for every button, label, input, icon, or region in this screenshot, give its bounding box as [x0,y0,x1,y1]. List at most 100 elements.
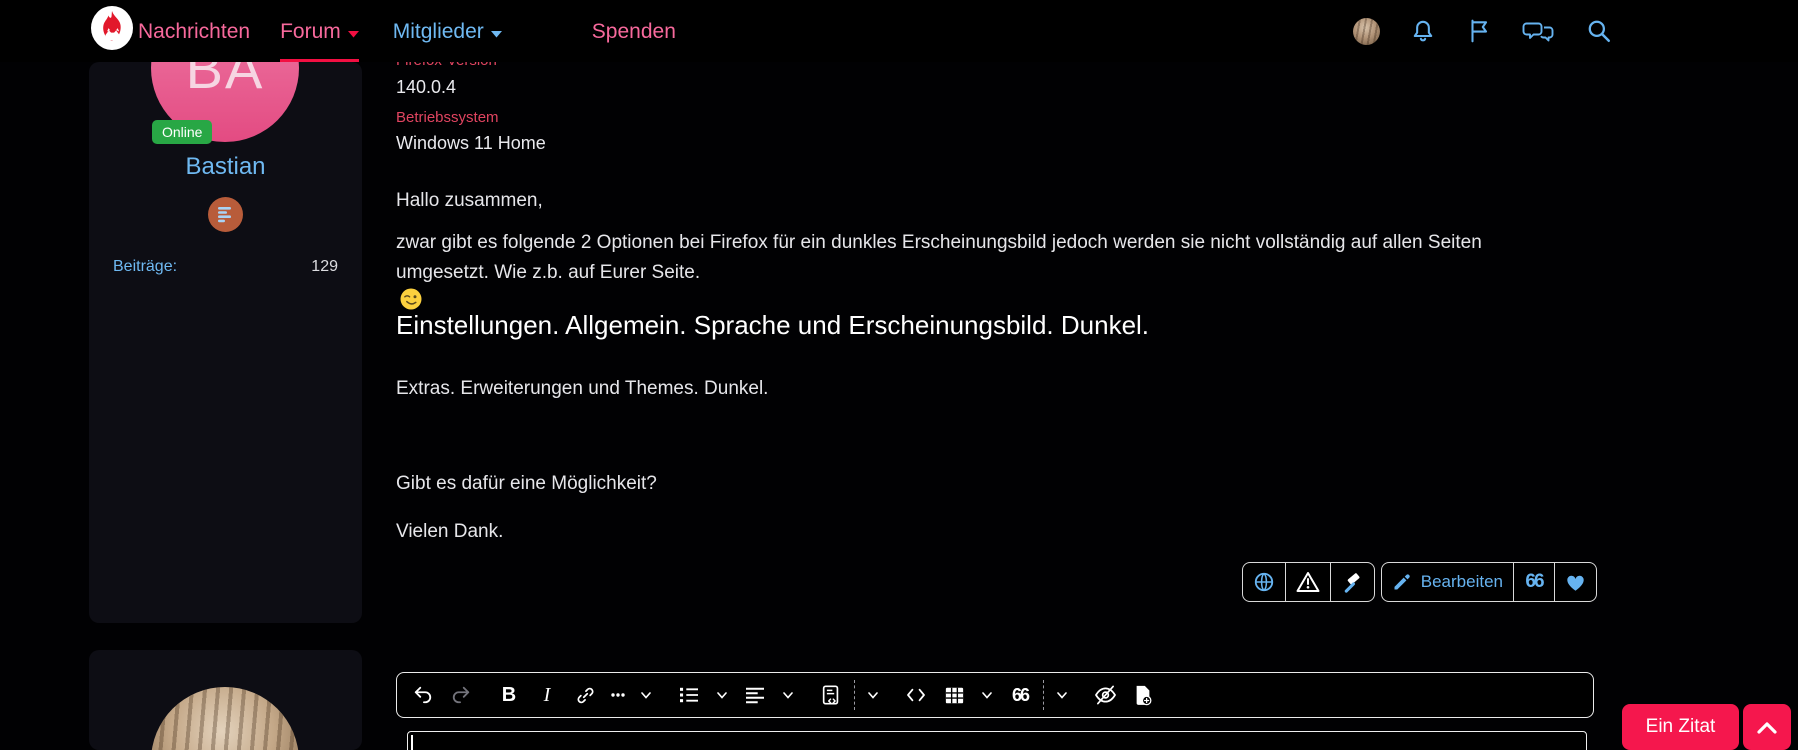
user-avatar[interactable] [1353,17,1380,45]
post-paragraph: Gibt es dafür eine Möglichkeit? [396,473,657,494]
alignment-button[interactable] [737,678,773,712]
chevron-down-icon [717,691,727,699]
nav-link-label: Forum [280,20,341,43]
nav-link-spenden[interactable]: Spenden [592,0,676,62]
post-actions: Bearbeiten 66 [396,562,1597,602]
toolbar-separator [854,680,855,710]
edit-button-group: Bearbeiten 66 [1380,562,1597,602]
chevron-up-icon [1757,721,1777,734]
moderation-button-group [1241,562,1375,602]
text-cursor [411,735,413,750]
navbar: Nachrichten Forum Mitglieder Spenden [0,0,1798,62]
stat-label: Beiträge: [113,258,178,275]
more-formatting-button[interactable] [605,678,631,712]
undo-button[interactable] [405,678,441,712]
flag-icon[interactable] [1466,18,1492,44]
nav-link-label: Nachrichten [138,20,251,43]
chevron-down-icon [868,691,878,699]
nav-links: Nachrichten Forum Mitglieder Spenden [138,0,676,62]
like-button[interactable] [1555,563,1596,601]
link-button[interactable] [567,678,603,712]
quote-icon: 66 [1525,571,1544,592]
spoiler-button[interactable] [1087,678,1123,712]
chevron-down-icon [982,691,992,699]
pencil-icon [1394,574,1410,590]
bell-icon[interactable] [1410,18,1436,44]
posts-rank-badge [208,197,243,232]
field-value-firefox-version: 140.0.4 [396,77,457,97]
insert-template-button[interactable] [813,678,849,712]
post-paragraph: Vielen Dank. [396,521,504,542]
toolbar-separator [1043,680,1044,710]
moderate-button[interactable] [1331,563,1374,601]
bold-button[interactable]: B [491,678,527,712]
more-icon [611,693,625,697]
conversations-icon[interactable] [1522,18,1556,44]
inline-code-button[interactable] [898,678,934,712]
navbar-icons [1353,0,1612,62]
undo-icon [414,686,432,704]
attach-file-button[interactable] [1125,678,1161,712]
nav-link-mitglieder[interactable]: Mitglieder [393,0,502,62]
online-status-badge: Online [152,120,213,144]
list-icon [680,687,698,703]
template-icon [822,685,839,705]
align-icon [746,687,764,704]
scroll-to-top-button[interactable] [1743,704,1791,750]
posts-rank-icon [218,207,231,223]
italic-button[interactable]: I [529,678,565,712]
post-paragraph: Hallo zusammen, [396,190,543,211]
blockquote-button[interactable]: 66 [1002,678,1038,712]
post-heading: Einstellungen. Allgemein. Sprache und Er… [396,310,1150,340]
report-button[interactable] [1286,563,1331,601]
wink-emoji [400,288,422,310]
quote-counter-button[interactable]: Ein Zitat [1622,704,1739,750]
field-value-betriebssystem: Windows 11 Home [396,133,546,153]
attach-file-icon [1136,685,1152,706]
nav-link-forum[interactable]: Forum [280,0,359,62]
chevron-down-icon [347,30,359,37]
page: Nachrichten Forum Mitglieder Spenden BA … [0,0,1798,750]
author-post-count: Beiträge: 129 [89,258,362,276]
edit-button-label: Bearbeiten [1420,572,1503,591]
table-button[interactable] [936,678,972,712]
gavel-icon [1344,572,1360,593]
chevron-down-icon [490,30,502,37]
heart-icon [1567,575,1584,591]
redo-button[interactable] [443,678,479,712]
post-paragraph: Extras. Erweiterungen und Themes. Dunkel… [396,378,769,399]
warning-icon [1296,572,1320,592]
reply-editor: B I 66 [396,672,1594,750]
alignment-dropdown[interactable] [775,678,801,712]
chevron-down-icon [783,691,793,699]
post-author-card: BA Online Bastian Beiträge: 129 [89,0,362,623]
template-dropdown[interactable] [860,678,886,712]
next-post-author-card [89,650,362,750]
post-paragraph: zwar gibt es folgende 2 Optionen bei Fir… [396,228,1536,310]
list-dropdown[interactable] [709,678,735,712]
code-icon [907,688,925,702]
edit-button[interactable]: Bearbeiten [1382,563,1514,601]
site-logo[interactable] [90,5,134,51]
search-icon[interactable] [1586,18,1612,44]
flame-fox-logo-icon [91,6,133,50]
field-label-betriebssystem: Betriebssystem [396,109,499,126]
editor-toolbar: B I 66 [396,672,1594,718]
editor-content-area[interactable] [407,731,1587,750]
more-formatting-dropdown[interactable] [633,678,659,712]
quote-button[interactable]: 66 [1514,563,1555,601]
next-author-avatar[interactable] [151,687,299,750]
nav-link-nachrichten[interactable]: Nachrichten [138,0,250,62]
share-button[interactable] [1243,563,1286,601]
link-icon [577,687,593,703]
nav-link-label: Spenden [591,20,676,43]
globe-icon [1254,572,1273,592]
chevron-down-icon [1057,691,1067,699]
blockquote-dropdown[interactable] [1049,678,1075,712]
table-dropdown[interactable] [974,678,1000,712]
list-button[interactable] [671,678,707,712]
spoiler-eye-icon [1094,685,1116,705]
redo-icon [452,686,470,704]
author-username[interactable]: Bastian [89,153,362,181]
nav-link-label: Mitglieder [392,20,484,43]
